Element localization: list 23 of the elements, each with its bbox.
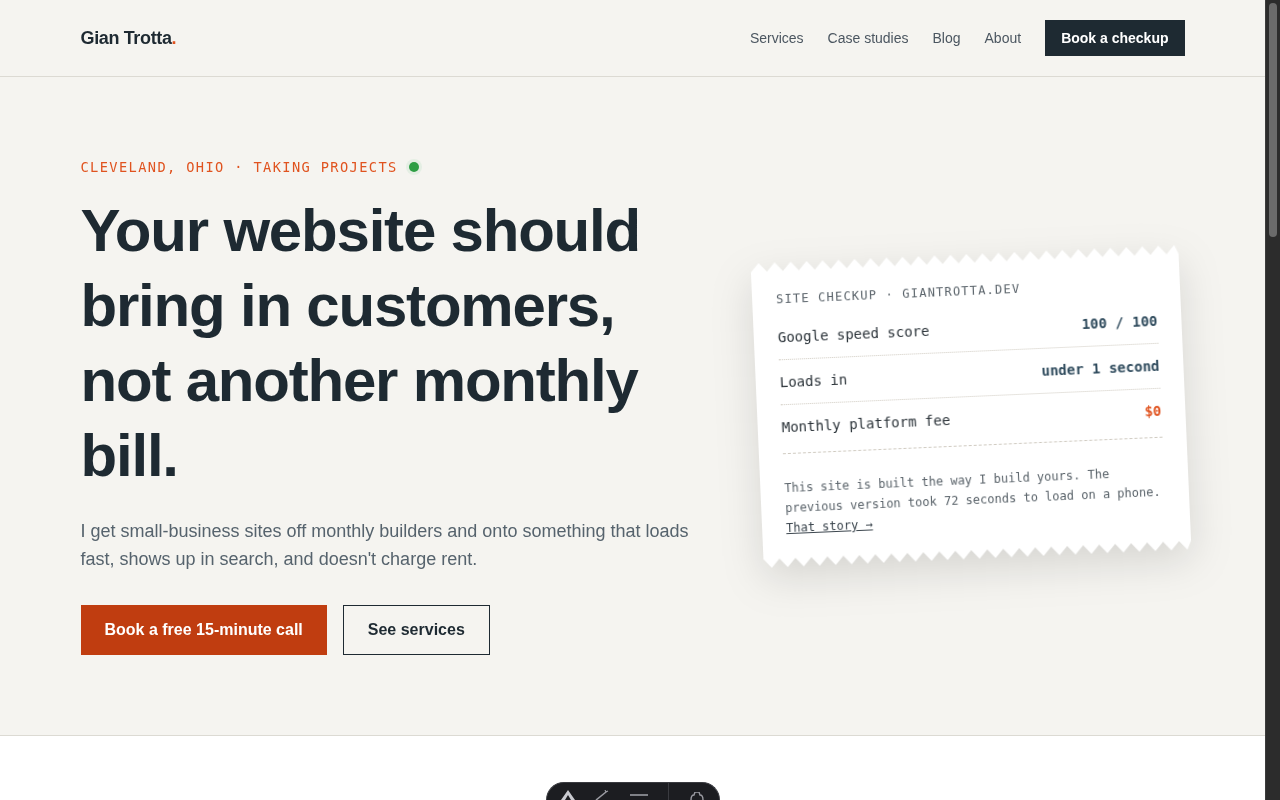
receipt-note: This site is built the way I build yours. The previous version took 72 seconds to load on a phone.	[783, 465, 1162, 517]
row-value: under 1 second	[1040, 356, 1160, 381]
wand-icon[interactable]	[594, 790, 611, 800]
row-value: $0	[1143, 401, 1162, 421]
book-call-button[interactable]: Book a free 15-minute call	[80, 605, 327, 655]
row-value: 100 / 100	[1080, 311, 1158, 334]
receipt-title: SITE CHECKUP · GIANTROTTA.DEV	[775, 280, 1022, 307]
nav-link[interactable]: Case studies	[827, 27, 909, 49]
hero-heading: Your website should bring in customers, not another monthly bill.	[80, 196, 641, 491]
scrollbar-thumb[interactable]	[1269, 3, 1277, 237]
location-tagline: CLEVELAND, OHIO · TAKING PROJECTS	[80, 158, 398, 177]
row-label: Google speed score	[776, 321, 930, 347]
see-services-button[interactable]: See services	[342, 605, 490, 655]
logo-link[interactable]: Gian Trotta.	[80, 24, 177, 52]
nav-link[interactable]: Blog	[932, 27, 961, 49]
row-label: Monthly platform fee	[780, 410, 951, 437]
row-label: Loads in	[778, 369, 848, 392]
hero-description: I get small-business sites off monthly builders and onto something that loads fast, shows up in search, and doesn't charge rent.	[80, 520, 690, 571]
triangle-icon[interactable]	[560, 790, 575, 800]
nav-link[interactable]: Services	[749, 27, 804, 49]
book-checkup-button[interactable]: Book a checkup	[1045, 20, 1185, 56]
nav-link[interactable]: About	[984, 27, 1022, 49]
settings-icon[interactable]	[688, 792, 705, 800]
